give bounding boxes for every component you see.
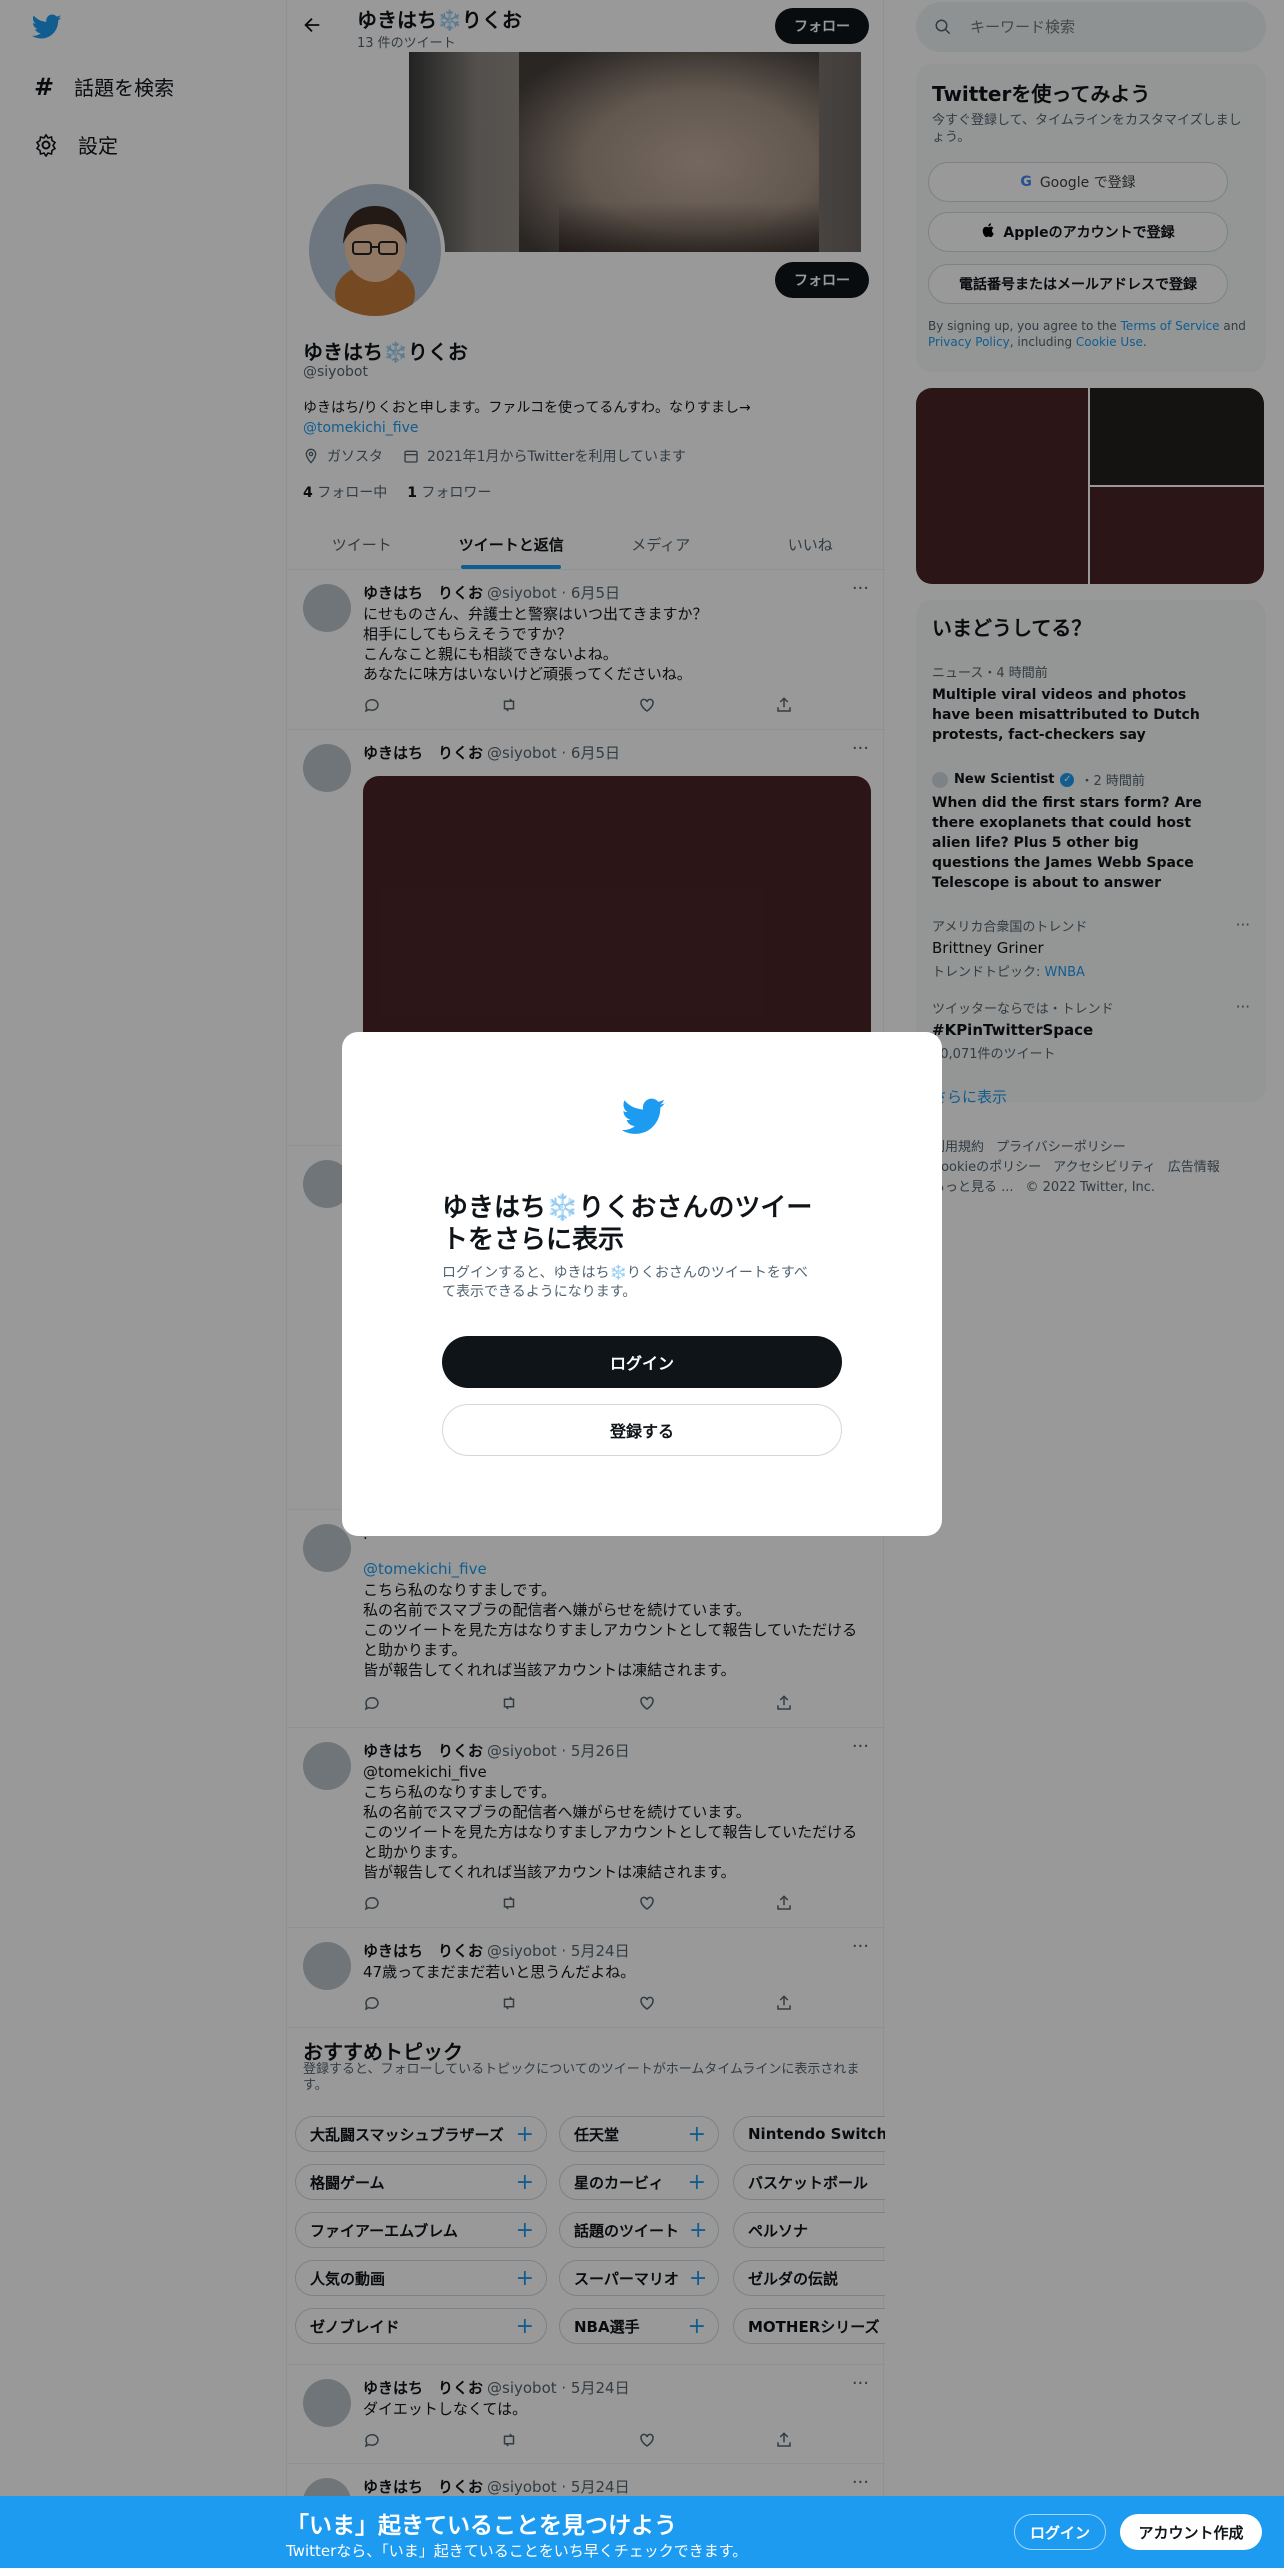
modal-title: ゆきはち❄️りくおさんのツイー トをさらに表示	[442, 1193, 813, 1255]
bottom-signup-button[interactable]: アカウント作成	[1120, 2514, 1262, 2550]
bottom-bar-subtitle: Twitterなら、「いま」起きていることをいち早くチェックできます。	[286, 2542, 748, 2560]
twitter-logo-icon	[622, 1098, 666, 1136]
modal-signup-button[interactable]: 登録する	[442, 1404, 842, 1456]
bottom-signup-bar: 「いま」起きていることを見つけよう Twitterなら、「いま」起きていることを…	[0, 2496, 1284, 2568]
modal-login-button[interactable]: ログイン	[442, 1336, 842, 1388]
bottom-bar-title: 「いま」起きていることを見つけよう	[286, 2513, 677, 2539]
modal-subtitle: ログインすると、ゆきはち❄️りくおさんのツイートをすべ て表示できるようになりま…	[442, 1265, 808, 1300]
bottom-login-button[interactable]: ログイン	[1014, 2514, 1106, 2550]
login-modal: ゆきはち❄️りくおさんのツイー トをさらに表示 ログインすると、ゆきはち❄️りく…	[342, 1032, 942, 1536]
